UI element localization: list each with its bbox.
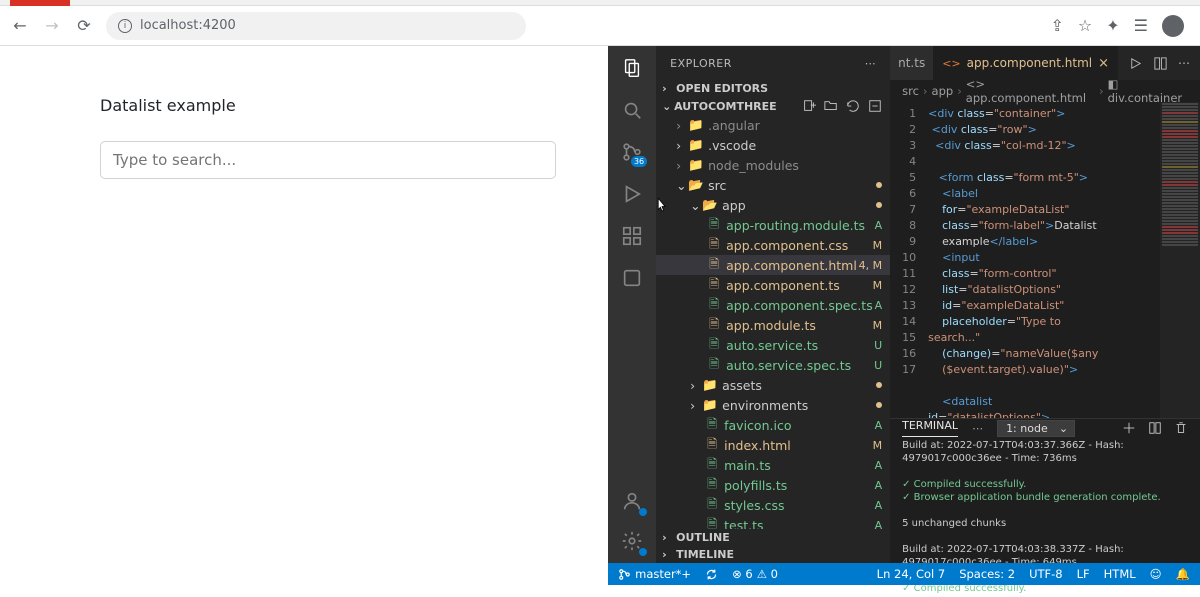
extensions-activity[interactable]	[620, 224, 644, 248]
editor-more-icon[interactable]: ⋯	[1178, 56, 1190, 70]
indent-status[interactable]: Spaces: 2	[959, 567, 1015, 581]
open-editors-section[interactable]: ›OPEN EDITORS	[656, 80, 890, 97]
run-debug-activity[interactable]	[620, 182, 644, 206]
close-tab-icon[interactable]: ×	[1098, 56, 1109, 71]
settings-gear-icon[interactable]	[620, 529, 644, 553]
tab-inactive[interactable]: nt.ts	[890, 46, 934, 80]
tree-item[interactable]: 🗎index.htmlM	[656, 435, 890, 455]
other-activity[interactable]	[620, 266, 644, 290]
explorer-activity[interactable]	[620, 56, 644, 80]
scm-badge: 36	[631, 156, 647, 167]
split-icon[interactable]	[1153, 56, 1168, 71]
reading-list-icon[interactable]: ☰	[1134, 16, 1148, 35]
search-activity[interactable]	[620, 98, 644, 122]
tree-item[interactable]: ⌄📂app	[656, 195, 890, 215]
terminal-select[interactable]: 1: node	[997, 420, 1075, 437]
tab-active[interactable]: <> app.component.html ×	[934, 46, 1118, 80]
extensions-icon[interactable]: ✦	[1106, 16, 1119, 35]
language-status[interactable]: HTML	[1104, 567, 1136, 581]
tree-item[interactable]: 🗎auto.service.spec.tsU	[656, 355, 890, 375]
file-tree: ›📁.angular›📁.vscode›📁node_modules⌄📂src⌄📂…	[656, 115, 890, 529]
reload-button[interactable]: ⟳	[74, 16, 94, 36]
explorer-label: EXPLORER	[670, 57, 732, 70]
timeline-section[interactable]: ›TIMELINE	[656, 546, 890, 563]
back-button[interactable]: ←	[10, 16, 30, 36]
page-title: Datalist example	[100, 96, 608, 115]
editor-tabs: nt.ts <> app.component.html × ⋯	[890, 46, 1200, 80]
line-numbers: 1234567891011121314151617	[890, 102, 924, 418]
refresh-icon[interactable]	[846, 99, 860, 113]
tree-item[interactable]: ›📁.angular	[656, 115, 890, 135]
share-icon[interactable]: ⇪	[1051, 16, 1064, 35]
accounts-icon[interactable]	[620, 489, 644, 513]
activity-bar: 36	[608, 46, 656, 563]
terminal-tab[interactable]: TERMINAL	[902, 419, 958, 437]
site-info-icon[interactable]: i	[118, 19, 132, 33]
forward-button[interactable]: →	[42, 16, 62, 36]
accounts-badge	[639, 508, 647, 516]
settings-badge	[639, 548, 647, 556]
editor-area: nt.ts <> app.component.html × ⋯ src›app›…	[890, 46, 1200, 563]
tree-item[interactable]: ⌄📂src	[656, 175, 890, 195]
new-folder-icon[interactable]	[824, 99, 838, 113]
new-terminal-icon[interactable]	[1122, 421, 1136, 435]
browser-toolbar: ← → ⟳ i localhost:4200 ⇪ ☆ ✦ ☰	[0, 6, 1200, 46]
terminal-panel: TERMINAL ⋯ 1: node Build at: 2022-07-17T…	[890, 418, 1200, 563]
url-text: localhost:4200	[140, 18, 236, 33]
tree-item[interactable]: ›📁environments	[656, 395, 890, 415]
tree-item[interactable]: 🗎main.tsA	[656, 455, 890, 475]
tree-item[interactable]: ›📁assets	[656, 375, 890, 395]
outline-section[interactable]: ›OUTLINE	[656, 529, 890, 546]
notifications-icon[interactable]: 🔔	[1176, 567, 1190, 581]
tree-item[interactable]: 🗎favicon.icoA	[656, 415, 890, 435]
tree-item[interactable]: 🗎app.component.cssM	[656, 235, 890, 255]
new-file-icon[interactable]	[802, 99, 816, 113]
trash-icon[interactable]	[1174, 421, 1188, 435]
errors-status[interactable]: ⊗ 6 ⚠ 0	[732, 567, 778, 581]
tree-item[interactable]: 🗎auto.service.tsU	[656, 335, 890, 355]
collapse-icon[interactable]	[868, 99, 882, 113]
html-file-icon: <>	[942, 57, 960, 70]
encoding-status[interactable]: UTF-8	[1029, 567, 1063, 581]
explorer-sidebar: EXPLORER ⋯ ›OPEN EDITORS ⌄AUTOCOMTHREE ›…	[656, 46, 890, 563]
explorer-more-icon[interactable]: ⋯	[865, 57, 877, 70]
url-bar[interactable]: i localhost:4200	[106, 12, 526, 40]
source-control-activity[interactable]: 36	[620, 140, 644, 164]
cursor-position[interactable]: Ln 24, Col 7	[877, 567, 946, 581]
status-bar: master*+ ⊗ 6 ⚠ 0 Ln 24, Col 7 Spaces: 2 …	[608, 563, 1200, 585]
tree-item[interactable]: 🗎styles.cssA	[656, 495, 890, 515]
project-section[interactable]: ⌄AUTOCOMTHREE	[656, 97, 890, 115]
branch-status[interactable]: master*+	[618, 567, 691, 581]
tree-item[interactable]: 🗎app-routing.module.tsA	[656, 215, 890, 235]
bookmark-icon[interactable]: ☆	[1078, 16, 1092, 35]
sync-status[interactable]	[705, 568, 718, 581]
run-icon[interactable]	[1128, 56, 1143, 71]
vscode-window: 36	[608, 46, 1200, 585]
tree-item[interactable]: 🗎app.component.tsM	[656, 275, 890, 295]
tree-item[interactable]: 🗎test.tsA	[656, 515, 890, 529]
tree-item[interactable]: ›📁node_modules	[656, 155, 890, 175]
webpage-content: Datalist example	[0, 46, 608, 585]
breadcrumb[interactable]: src›app›<> app.component.html›◧ div.cont…	[890, 80, 1200, 102]
tree-item[interactable]: 🗎app.component.spec.tsA	[656, 295, 890, 315]
tree-item[interactable]: 🗎app.component.html4, M	[656, 255, 890, 275]
terminal-more-icon[interactable]: ⋯	[972, 422, 983, 435]
tree-item[interactable]: 🗎polyfills.tsA	[656, 475, 890, 495]
minimap[interactable]	[1160, 102, 1200, 418]
split-terminal-icon[interactable]	[1148, 421, 1162, 435]
eol-status[interactable]: LF	[1077, 567, 1090, 581]
search-input[interactable]	[100, 141, 556, 179]
tree-item[interactable]: ›📁.vscode	[656, 135, 890, 155]
tree-item[interactable]: 🗎app.module.tsM	[656, 315, 890, 335]
feedback-icon[interactable]: ☺	[1150, 567, 1162, 581]
profile-icon[interactable]	[1162, 15, 1184, 37]
code-content[interactable]: <div class="container"> <div class="row"…	[924, 102, 1200, 418]
